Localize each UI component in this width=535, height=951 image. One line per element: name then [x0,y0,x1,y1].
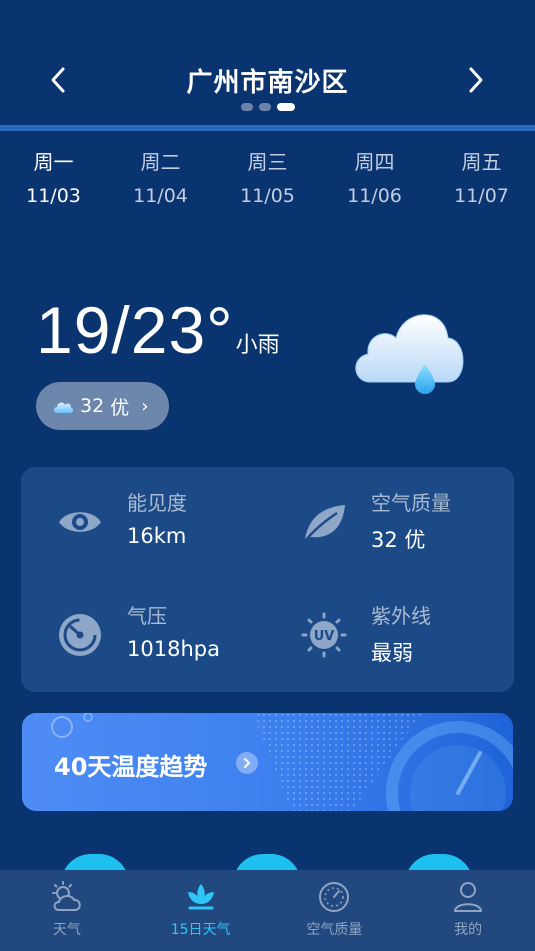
chevron-right-icon [244,758,251,768]
aqi-level: 优 [110,396,130,419]
temperature-range: 19/23° [36,293,234,367]
partial-buttons-row [0,850,535,884]
tab-label: 15日天气 [170,922,231,938]
day-tab-tue[interactable]: 周二 11/04 [107,146,214,207]
stat-air-quality: 空气质量 32 优 [265,487,485,567]
next-city-button[interactable] [458,62,494,98]
header: 广州市南沙区 [0,0,535,131]
tab-15-day-weather[interactable]: 15日天气 [134,870,268,951]
day-tab-mon[interactable]: 周一 11/03 [0,146,107,207]
city-title: 广州市南沙区 [186,68,349,98]
stat-value: 16km [127,524,187,548]
page-dot [240,103,253,111]
svg-text:UV: UV [314,629,335,644]
day-date: 11/07 [454,185,509,207]
page-dot-active [276,103,295,111]
banner-chevron [236,752,258,774]
aqi-value: 32 [80,395,105,417]
sun-cloud-icon [51,881,81,911]
stat-value: 1018hpa [127,637,220,661]
day-tab-wed[interactable]: 周三 11/05 [214,146,321,207]
day-tab-thu[interactable]: 周四 11/06 [321,146,428,207]
day-selector: 周一 11/03 周二 11/04 周三 11/05 周四 11/06 周五 1… [0,146,535,207]
temperature-trend-banner[interactable]: 40天温度趋势 [22,713,513,811]
tab-label: 天气 [52,922,81,938]
day-date: 11/04 [133,185,188,207]
day-name: 周二 [140,150,181,174]
bottom-tab-bar: 天气 15日天气 空气质量 我的 [0,870,535,951]
stat-label: 空气质量 [371,491,451,515]
stat-value: 最弱 [371,641,413,665]
cloud-rain-icon [355,314,464,394]
stat-uv: UV 紫外线 最弱 [265,600,485,680]
day-tab-fri[interactable]: 周五 11/07 [428,146,535,207]
day-date: 11/05 [240,185,295,207]
tab-air-quality[interactable]: 空气质量 [268,870,402,951]
user-icon [454,882,483,912]
stat-label: 能见度 [127,491,187,515]
lotus-icon [187,884,214,910]
stat-visibility: 能见度 16km [21,487,241,567]
tab-weather[interactable]: 天气 [0,870,134,951]
day-name: 周三 [247,150,288,174]
banner-title: 40天温度趋势 [54,753,208,781]
tab-label: 空气质量 [306,922,363,938]
gauge-icon [59,614,101,656]
day-name: 周一 [33,150,74,174]
stat-label: 紫外线 [371,604,431,628]
chevron-right-icon: › [141,395,149,417]
cloud-icon [54,402,74,413]
aqi-pill-button[interactable]: 32 优 › [36,382,169,430]
stat-value: 32 优 [371,528,426,552]
air-dial-icon [319,882,350,912]
tab-label: 我的 [454,922,483,938]
day-date: 11/03 [26,185,81,207]
stat-label: 气压 [127,604,167,628]
weather-stats-card: 能见度 16km 空气质量 32 优 气压 1018hpa UV 紫外线 最弱 [21,467,514,692]
stat-pressure: 气压 1018hpa [21,600,241,680]
header-divider [0,125,535,131]
tab-mine[interactable]: 我的 [401,870,535,951]
day-name: 周五 [461,150,502,174]
chevron-right-icon [469,67,483,93]
leaf-icon [304,505,345,542]
page-indicator [0,103,535,111]
page-dot [258,103,271,111]
uv-icon: UV [301,612,347,658]
eye-icon [59,512,101,532]
weather-condition: 小雨 [235,333,280,358]
day-name: 周四 [354,150,395,174]
day-date: 11/06 [347,185,402,207]
temperature-block: 19/23° 小雨 [36,295,280,365]
